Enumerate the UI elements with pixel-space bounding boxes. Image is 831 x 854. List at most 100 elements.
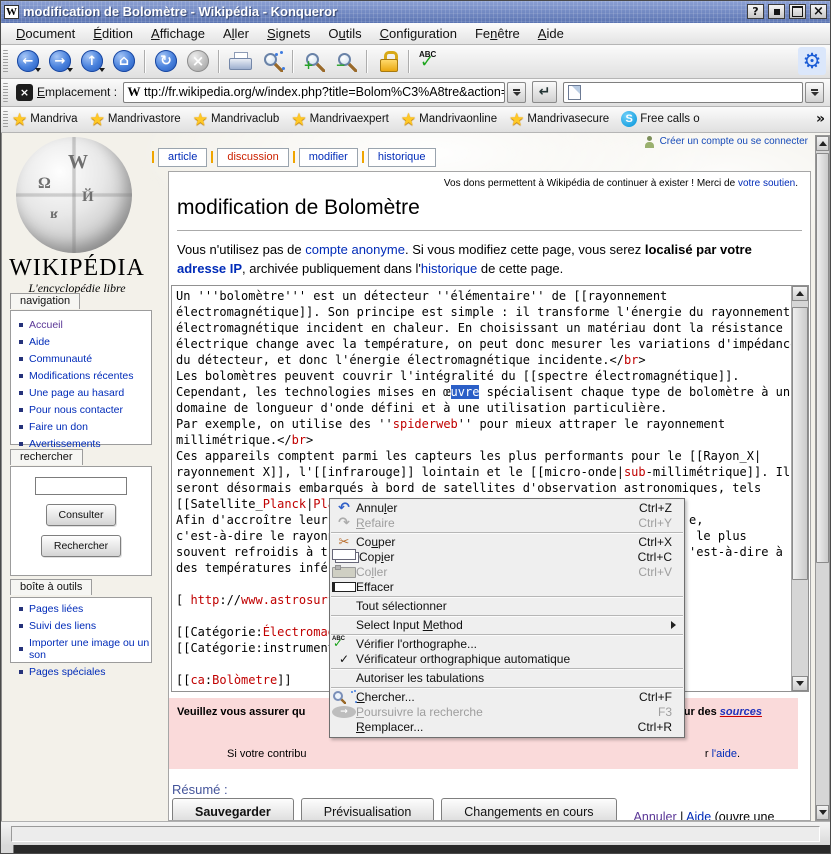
menu-outils[interactable]: Outils [319, 24, 370, 43]
tab-historique[interactable]: historique [368, 148, 436, 167]
editor-scrollbar[interactable] [791, 286, 808, 691]
toolbox-link-suivi-des-liens[interactable]: Suivi des liens [11, 618, 151, 635]
bookmark-mandrivaonline[interactable]: ★Mandrivaonline [401, 111, 497, 128]
context-annuler[interactable]: AnnulerCtrl+Z [330, 501, 684, 516]
editor-scrollbar-thumb[interactable] [792, 307, 808, 580]
sidebar-link-label: Suivi des liens [29, 620, 96, 632]
secondary-dropdown-button[interactable] [805, 82, 824, 103]
nav-link-modifications-recentes[interactable]: Modifications récentes [11, 368, 151, 385]
context-remplacer[interactable]: Remplacer...Ctrl+R [330, 720, 684, 735]
page-scrollbar-thumb[interactable] [816, 153, 829, 563]
bookmark-free-calls-o[interactable]: SFree calls o [621, 111, 699, 127]
print-button[interactable] [225, 47, 255, 75]
context-couper[interactable]: CouperCtrl+X [330, 535, 684, 550]
zoom-in-button[interactable] [299, 47, 329, 75]
wikipedia-wordmark[interactable]: WIKIPÉDIA [2, 255, 152, 282]
context-copier[interactable]: CopierCtrl+C [330, 550, 684, 565]
context-verifier-l-orthographe[interactable]: Vérifier l'orthographe... [330, 637, 684, 652]
cancel-link[interactable]: Annuler [634, 810, 677, 821]
context-effacer[interactable]: Effacer [330, 580, 684, 595]
bookmark-mandrivaexpert[interactable]: ★Mandrivaexpert [291, 111, 389, 128]
nav-link-aide[interactable]: Aide [11, 334, 151, 351]
reload-button[interactable] [151, 47, 181, 75]
previsualisation-button[interactable]: Prévisualisation [301, 798, 435, 821]
toolbox-link-importer-une-image-ou-un-son[interactable]: Importer une image ou un son [11, 635, 151, 664]
nav-link-accueil[interactable]: Accueil [11, 317, 151, 334]
nav-link-faire-un-don[interactable]: Faire un don [11, 419, 151, 436]
bookmark-mandrivastore[interactable]: ★Mandrivastore [90, 111, 181, 128]
nav-link-pour-nous-contacter[interactable]: Pour nous contacter [11, 402, 151, 419]
page-scrollbar[interactable] [815, 135, 830, 821]
url-text[interactable]: ttp://fr.wikipedia.org/w/index.php?title… [144, 85, 504, 99]
security-lock-button[interactable] [373, 47, 403, 75]
reload-icon [155, 50, 177, 72]
url-dropdown-button[interactable] [507, 82, 526, 103]
rechercher-button[interactable]: Rechercher [41, 535, 121, 557]
donation-link[interactable]: votre soutien [738, 178, 795, 189]
help-link[interactable]: Aide [686, 810, 711, 821]
context-tout-selectionner[interactable]: Tout sélectionner [330, 599, 684, 614]
editor-scroll-down-icon[interactable] [792, 676, 808, 691]
editor-scroll-up-icon[interactable] [792, 286, 808, 301]
tab-discussion[interactable]: discussion [217, 148, 288, 167]
consulter-button[interactable]: Consulter [46, 504, 117, 526]
menu-document[interactable]: Document [7, 24, 84, 43]
menu-separator [331, 532, 683, 534]
login-link[interactable]: Créer un compte ou se connecter [644, 136, 808, 148]
go-button[interactable] [532, 81, 557, 103]
intro-link[interactable]: historique [421, 261, 477, 276]
sidebar-link-label: Pour nous contacter [29, 404, 123, 416]
bookmark-mandriva[interactable]: ★Mandriva [12, 111, 78, 128]
minimize-button[interactable] [768, 4, 785, 19]
maximize-button[interactable] [789, 4, 806, 19]
home-button[interactable] [109, 47, 139, 75]
find-button[interactable] [257, 47, 287, 75]
sources-link[interactable]: sources [720, 706, 762, 718]
search-input[interactable] [35, 477, 127, 495]
menu-fenetre[interactable]: Fenêtre [466, 24, 529, 43]
location-toolbar-grip[interactable] [3, 83, 8, 102]
wikipedia-globe-logo[interactable]: W Ω Й ʁ [16, 137, 132, 253]
context-verificateur-orthographique-automatique[interactable]: Vérificateur orthographique automatique [330, 652, 684, 667]
back-button[interactable] [13, 47, 43, 75]
help-window-button[interactable] [747, 4, 764, 19]
zoom-out-button[interactable] [331, 47, 361, 75]
menu-configuration[interactable]: Configuration [371, 24, 466, 43]
bookmarks-toolbar-grip[interactable] [3, 111, 8, 128]
menu-edition[interactable]: Édition [84, 24, 142, 43]
login-label[interactable]: Créer un compte ou se connecter [660, 136, 808, 147]
tab-modifier[interactable]: modifier [299, 148, 358, 167]
page-scroll-up-icon[interactable] [816, 136, 829, 151]
context-select-input-method[interactable]: Select Input Method [330, 618, 684, 633]
url-combobox[interactable]: W ttp://fr.wikipedia.org/w/index.php?tit… [123, 82, 505, 103]
menu-affichage[interactable]: Affichage [142, 24, 214, 43]
bookmark-mandrivaclub[interactable]: ★Mandrivaclub [193, 111, 280, 128]
clear-location-icon[interactable]: × [16, 84, 33, 101]
toolbox-link-pages-speciales[interactable]: Pages spéciales [11, 664, 151, 681]
toolbox-link-pages-liees[interactable]: Pages liées [11, 601, 151, 618]
nav-link-une-page-au-hasard[interactable]: Une page au hasard [11, 385, 151, 402]
up-button[interactable] [77, 47, 107, 75]
context-chercher[interactable]: Chercher...Ctrl+F [330, 690, 684, 705]
spellcheck-button[interactable] [415, 47, 445, 75]
changements-en-cours-button[interactable]: Changements en cours [441, 798, 616, 821]
toolbar-grip[interactable] [3, 50, 8, 73]
intro-link[interactable]: compte anonyme [305, 242, 405, 257]
resize-grip[interactable] [1, 845, 14, 853]
menu-signets[interactable]: Signets [258, 24, 319, 43]
page-scroll-down-icon[interactable] [816, 805, 829, 820]
bookmarks-overflow-chevron[interactable]: » [811, 111, 830, 127]
intro-link[interactable]: adresse IP [177, 261, 242, 276]
aide-link[interactable]: l'aide [712, 748, 737, 760]
context-autoriser-les-tabulations[interactable]: Autoriser les tabulations [330, 671, 684, 686]
close-button[interactable] [810, 4, 827, 19]
bookmark-mandrivasecure[interactable]: ★Mandrivasecure [509, 111, 609, 128]
sauvegarder-button[interactable]: Sauvegarder [172, 798, 294, 821]
forward-button[interactable] [45, 47, 75, 75]
tab-article[interactable]: article [158, 148, 207, 167]
menu-aller[interactable]: Aller [214, 24, 258, 43]
titlebar[interactable]: W modification de Bolomètre - Wikipédia … [1, 1, 830, 23]
secondary-combobox[interactable] [563, 82, 803, 103]
nav-link-communaute[interactable]: Communauté [11, 351, 151, 368]
menu-aide[interactable]: Aide [529, 24, 573, 43]
